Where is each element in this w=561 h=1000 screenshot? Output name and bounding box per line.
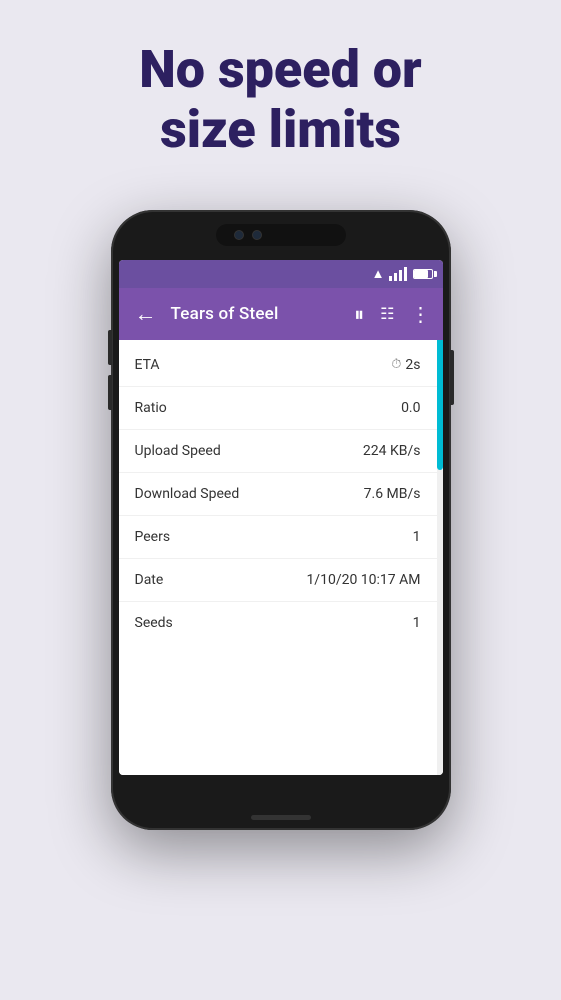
info-row-date: Date 1/10/20 10:17 AM — [119, 559, 437, 602]
info-label: ETA — [135, 357, 160, 373]
info-value: 1 — [413, 615, 421, 631]
progress-sidebar — [437, 340, 443, 775]
signal-bar-2 — [394, 273, 397, 281]
info-value: 224 KB/s — [363, 443, 421, 459]
app-toolbar: ← Tears of Steel ⏸ ☷ ⋮ — [119, 288, 443, 340]
signal-bar-4 — [404, 267, 407, 281]
info-row-seeds: Seeds 1 — [119, 602, 437, 644]
info-value-text: 1 — [413, 529, 421, 545]
more-button[interactable]: ⋮ — [411, 302, 431, 326]
info-value: 7.6 MB/s — [364, 486, 421, 502]
headline-line2: size limits — [160, 99, 401, 160]
camera-dot-left — [234, 230, 244, 240]
info-label: Peers — [135, 529, 171, 545]
status-bar: ▲ — [119, 260, 443, 288]
info-value-text: 224 KB/s — [363, 443, 421, 459]
info-row-eta: ETA ⏱ 2s — [119, 344, 437, 387]
headline-line1: No speed or — [139, 39, 421, 100]
clock-icon: ⏱ — [391, 357, 401, 372]
volume-down-button — [108, 375, 112, 410]
phone-mockup: ▲ ← Tears of Steel — [111, 210, 451, 830]
info-row-ratio: Ratio 0.0 — [119, 387, 437, 430]
info-row-upload-speed: Upload Speed 224 KB/s — [119, 430, 437, 473]
volume-up-button — [108, 330, 112, 365]
info-value: 1/10/20 10:17 AM — [306, 572, 420, 588]
info-label: Date — [135, 572, 164, 588]
info-label: Ratio — [135, 400, 167, 416]
info-value-text: 1 — [413, 615, 421, 631]
info-label: Seeds — [135, 615, 173, 631]
headline-text: No speed or size limits — [139, 40, 421, 160]
camera-dot-right — [252, 230, 262, 240]
battery-icon — [413, 269, 433, 279]
info-value-text: 7.6 MB/s — [364, 486, 421, 502]
info-value: 1 — [413, 529, 421, 545]
toolbar-title: Tears of Steel — [171, 304, 345, 324]
phone-top-bar — [216, 224, 346, 246]
signal-bar-3 — [399, 270, 402, 281]
info-value-text: 2s — [405, 357, 420, 373]
info-value: ⏱ 2s — [391, 357, 420, 373]
info-row-peers: Peers 1 — [119, 516, 437, 559]
info-label: Download Speed — [135, 486, 240, 502]
pause-button[interactable]: ⏸ — [354, 302, 364, 326]
info-row-download-speed: Download Speed 7.6 MB/s — [119, 473, 437, 516]
info-value: 0.0 — [401, 400, 420, 416]
info-label: Upload Speed — [135, 443, 221, 459]
info-value-text: 1/10/20 10:17 AM — [306, 572, 420, 588]
headline-section: No speed or size limits — [99, 40, 461, 160]
list-button[interactable]: ☷ — [380, 304, 394, 323]
toolbar-actions: ⏸ ☷ ⋮ — [354, 302, 430, 326]
home-indicator[interactable] — [251, 815, 311, 820]
back-button[interactable]: ← — [131, 297, 161, 331]
phone-screen: ▲ ← Tears of Steel — [119, 260, 443, 775]
info-list: ETA ⏱ 2s Ratio 0.0 Upload Speed 224 KB/s Downlo… — [119, 340, 437, 775]
signal-bar-1 — [389, 276, 392, 281]
wifi-icon: ▲ — [372, 266, 385, 282]
battery-fill — [414, 270, 428, 278]
content-area: ETA ⏱ 2s Ratio 0.0 Upload Speed 224 KB/s Downlo… — [119, 340, 443, 775]
signal-bars — [389, 267, 407, 281]
power-button — [450, 350, 454, 405]
info-value-text: 0.0 — [401, 400, 420, 416]
progress-bar — [437, 340, 443, 471]
phone-shell: ▲ ← Tears of Steel — [111, 210, 451, 830]
status-icons: ▲ — [372, 266, 433, 282]
